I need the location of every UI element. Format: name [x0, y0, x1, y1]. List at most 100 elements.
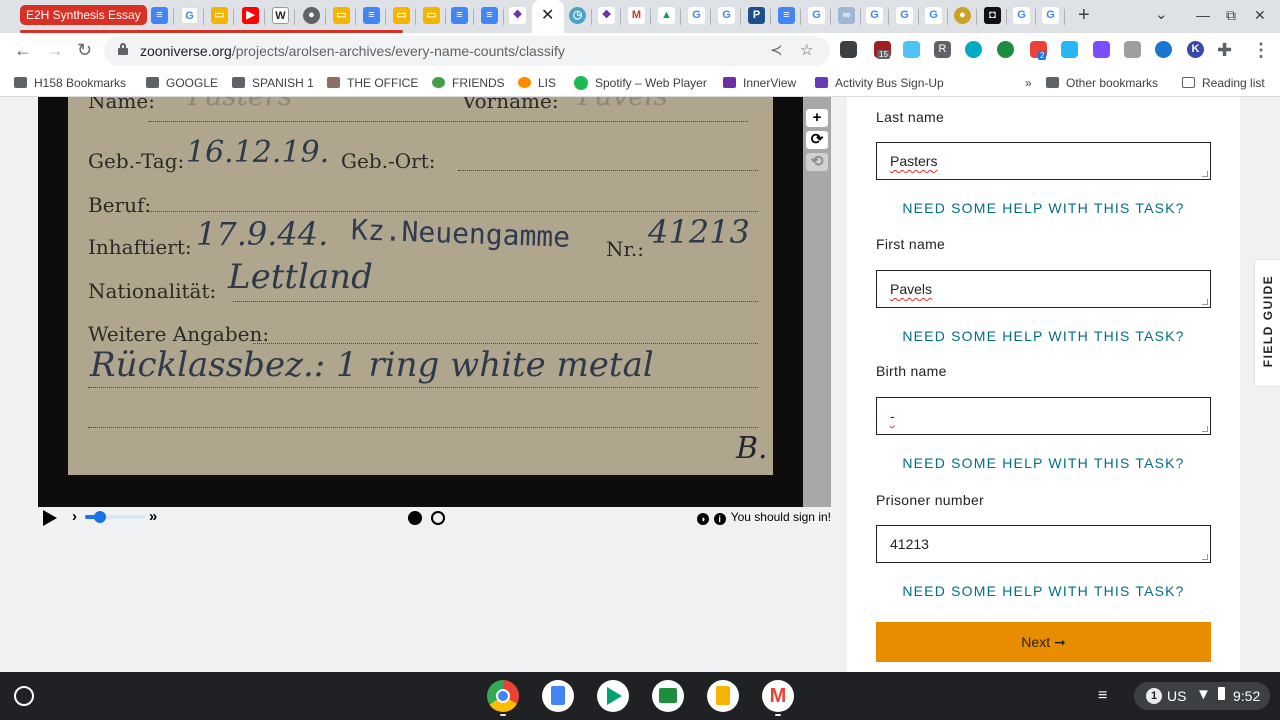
restore-icon[interactable]: ⧉: [1226, 5, 1236, 25]
reading-list-button[interactable]: Reading list: [1182, 75, 1265, 91]
extension-icon[interactable]: [903, 41, 920, 58]
close-tab-icon[interactable]: ✕: [541, 6, 554, 26]
extension-icon[interactable]: [997, 41, 1014, 58]
back-icon[interactable]: ←: [14, 40, 32, 60]
bookmark-item[interactable]: GOOGLE: [146, 75, 218, 91]
subject-image-card[interactable]: Name: Pasters Vorname: Pavels Geb.-Tag: …: [68, 97, 773, 475]
google-slides-tab-icon[interactable]: ▭: [211, 7, 228, 24]
first-name-input[interactable]: Pavels: [876, 270, 1211, 308]
globe-tab-icon[interactable]: ●: [303, 7, 320, 24]
extension-icon[interactable]: [1124, 41, 1141, 58]
gmail-app-icon[interactable]: M: [762, 680, 794, 712]
google-tab-icon[interactable]: G: [688, 7, 705, 24]
launcher-icon[interactable]: [14, 686, 34, 706]
reload-icon[interactable]: ↻: [77, 40, 92, 60]
google-tab-icon[interactable]: G: [925, 7, 942, 24]
zooniverse-tab-icon[interactable]: ❖: [509, 7, 526, 24]
notif-extension-icon[interactable]: 2: [1030, 41, 1047, 60]
menu-kebab-icon[interactable]: ⋮: [1252, 40, 1270, 60]
gmail-tab-icon[interactable]: M: [628, 7, 645, 24]
bookmark-item[interactable]: Spotify – Web Player: [574, 75, 707, 91]
resize-grip[interactable]: [1202, 299, 1208, 305]
subject-viewer[interactable]: Name: Pasters Vorname: Pavels Geb.-Tag: …: [38, 97, 803, 507]
playlist-icon[interactable]: ≡: [1098, 686, 1107, 706]
frame-dot-1[interactable]: [408, 511, 422, 525]
google-slides-app-icon[interactable]: [707, 680, 739, 712]
counter-extension-icon[interactable]: 15: [874, 41, 891, 59]
chrome-app-icon[interactable]: [487, 680, 519, 712]
forward-icon[interactable]: →: [46, 40, 64, 60]
google-drive-tab-icon[interactable]: ▲: [658, 7, 675, 24]
extension-icon[interactable]: [1155, 41, 1172, 58]
link-tab-icon[interactable]: ∞: [838, 7, 855, 24]
bookmarks-overflow-chevron[interactable]: »: [1025, 75, 1032, 91]
bookmark-item[interactable]: Other bookmarks: [1046, 75, 1158, 91]
tab-group-chip[interactable]: E2H Synthesis Essay: [20, 5, 147, 25]
resize-grip[interactable]: [1202, 554, 1208, 560]
coin-tab-icon[interactable]: ●: [954, 7, 971, 24]
resize-grip[interactable]: [1202, 426, 1208, 432]
google-classroom-app-icon[interactable]: [652, 680, 684, 712]
google-docs-tab-icon[interactable]: ≡: [481, 7, 498, 24]
google-slides-tab-icon[interactable]: ▭: [333, 7, 350, 24]
zooniverse-tab-icon[interactable]: ❖: [598, 7, 615, 24]
google-slides-tab-icon[interactable]: ▭: [393, 7, 410, 24]
info-icon[interactable]: i: [713, 513, 726, 525]
extension-icon[interactable]: [965, 41, 982, 58]
zoom-in-icon[interactable]: +: [806, 109, 828, 127]
last-name-input[interactable]: Pasters: [876, 142, 1211, 180]
play-icon[interactable]: [43, 510, 57, 526]
bookmark-item[interactable]: SPANISH 1: [232, 75, 314, 91]
tab-search-icon[interactable]: ⌄: [1155, 5, 1168, 25]
google-tab-icon[interactable]: G: [1013, 7, 1030, 24]
google-tab-icon[interactable]: G: [808, 7, 825, 24]
help-link[interactable]: NEED SOME HELP WITH THIS TASK?: [876, 328, 1211, 344]
extension-icon[interactable]: [1093, 41, 1110, 58]
close-window-icon[interactable]: ✕: [1254, 5, 1266, 25]
extension-icon[interactable]: [1061, 41, 1078, 58]
frame-dot-2[interactable]: [431, 511, 445, 525]
r-extension-icon[interactable]: R: [934, 41, 951, 58]
extension-icon[interactable]: [840, 41, 857, 58]
google-tab-icon[interactable]: G: [181, 7, 198, 24]
wikipedia-tab-icon[interactable]: W: [272, 7, 289, 24]
play-store-app-icon[interactable]: [597, 680, 629, 712]
resize-grip[interactable]: [1202, 171, 1208, 177]
contrast-icon[interactable]: ◑: [696, 513, 709, 525]
google-docs-tab-icon[interactable]: ≡: [363, 7, 380, 24]
minimize-icon[interactable]: —: [1196, 5, 1210, 25]
prisoner-number-input[interactable]: 41213: [876, 525, 1211, 563]
google-docs-tab-icon[interactable]: ≡: [151, 7, 168, 24]
field-guide-tab[interactable]: FIELD GUIDE: [1254, 259, 1280, 387]
k-extension-icon[interactable]: K: [1187, 41, 1204, 58]
share-icon[interactable]: ≺: [770, 42, 783, 60]
google-tab-icon[interactable]: G: [718, 7, 735, 24]
bookmark-item[interactable]: FRIENDS: [432, 75, 505, 91]
new-tab-icon[interactable]: +: [1078, 4, 1090, 26]
bookmark-item[interactable]: Activity Bus Sign-Up: [815, 75, 944, 91]
google-docs-tab-icon[interactable]: ≡: [778, 7, 795, 24]
google-docs-tab-icon[interactable]: ≡: [451, 7, 468, 24]
paypal-tab-icon[interactable]: P: [748, 7, 765, 24]
google-tab-icon[interactable]: G: [866, 7, 883, 24]
bookmark-item[interactable]: H158 Bookmarks: [14, 75, 126, 91]
help-link[interactable]: NEED SOME HELP WITH THIS TASK?: [876, 200, 1211, 216]
slower-chevron-icon[interactable]: ›: [72, 508, 77, 526]
google-tab-icon[interactable]: G: [1042, 7, 1059, 24]
google-slides-tab-icon[interactable]: ▭: [423, 7, 440, 24]
bookmark-item[interactable]: LIS: [518, 75, 556, 91]
faster-chevron-icon[interactable]: »: [149, 508, 157, 526]
birth-name-input[interactable]: -: [876, 397, 1211, 435]
address-bar[interactable]: zooniverse.org/projects/arolsen-archives…: [104, 36, 830, 66]
google-tab-icon[interactable]: G: [896, 7, 913, 24]
bookmark-star-icon[interactable]: ☆: [800, 42, 813, 60]
google-docs-app-icon[interactable]: [542, 680, 574, 712]
speed-slider-knob[interactable]: [94, 511, 106, 523]
help-link[interactable]: NEED SOME HELP WITH THIS TASK?: [876, 583, 1211, 599]
bookmark-item[interactable]: THE OFFICE: [327, 75, 418, 91]
next-button[interactable]: Next ➞: [876, 622, 1211, 662]
help-link[interactable]: NEED SOME HELP WITH THIS TASK?: [876, 455, 1211, 471]
status-tray[interactable]: 1 US ▼ 9:52: [1134, 682, 1270, 710]
extensions-puzzle-icon[interactable]: ✚: [1217, 40, 1232, 60]
reset-icon[interactable]: ⟲: [806, 153, 828, 171]
